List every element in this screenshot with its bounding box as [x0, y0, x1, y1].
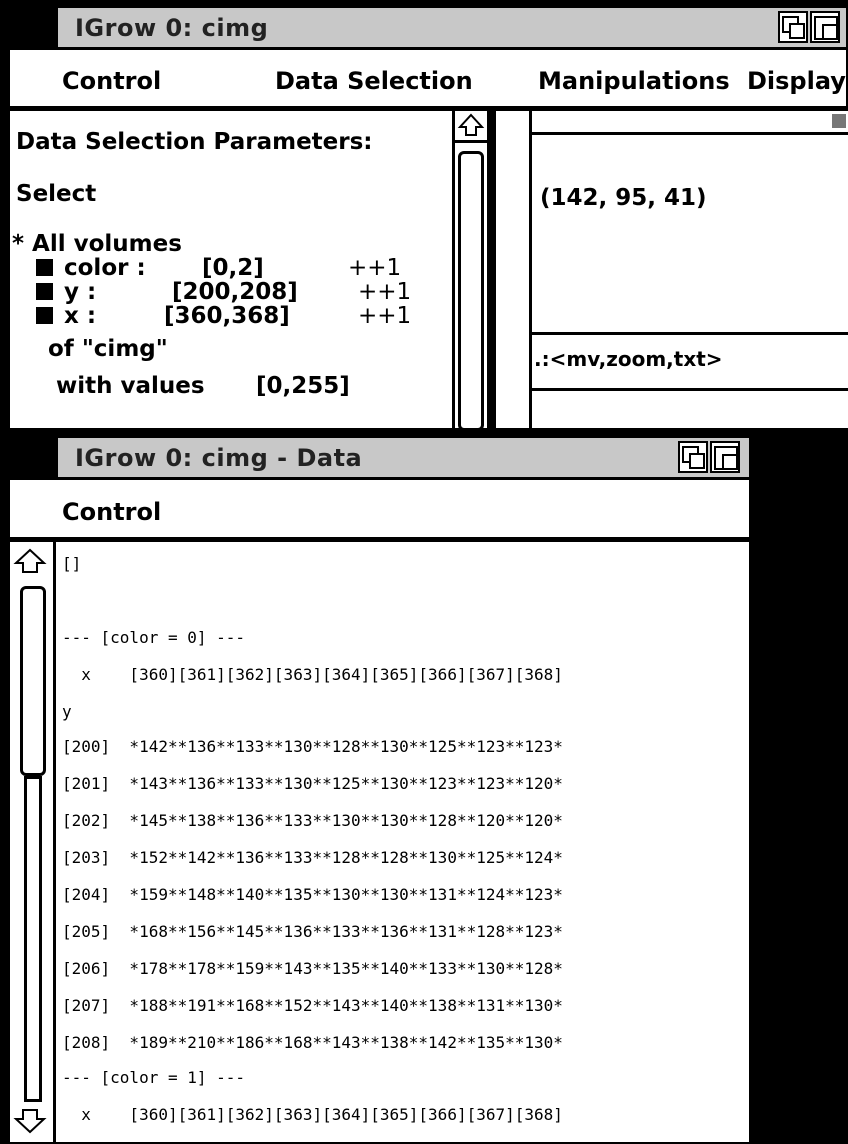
scroll-thumb[interactable] — [20, 586, 46, 776]
data-text-area[interactable]: [] --- [color = 0] --- x [360][361][362]… — [56, 542, 749, 1142]
close-box-icon[interactable] — [10, 8, 58, 47]
of-source-label: of "cimg" — [48, 336, 168, 362]
x-header-row: x [360][361][362][363][364][365][366][36… — [62, 665, 563, 684]
dim-step: ++1 — [358, 279, 412, 305]
data-row: [202] *145**138**136**133**130**130**128… — [62, 811, 563, 830]
data-row: [201] *143**136**133**130**125**130**123… — [62, 774, 563, 793]
checkbox-x[interactable] — [36, 307, 53, 324]
menu-control[interactable]: Control — [62, 498, 161, 526]
scroll-marker-icon — [832, 114, 846, 128]
data-selection-panel: Data Selection Parameters: Select * All … — [10, 111, 452, 428]
main-window-title: IGrow 0: cimg — [75, 14, 269, 42]
all-volumes-option[interactable]: * All volumes — [12, 231, 182, 257]
data-scrollbar[interactable] — [10, 542, 56, 1142]
display-hscroll-top[interactable] — [532, 111, 848, 135]
menu-data-selection[interactable]: Data Selection — [275, 67, 473, 95]
data-menu-bar: Control — [10, 486, 749, 542]
data-row: [206] *178**178**159**143**135**140**133… — [62, 959, 563, 978]
scroll-up-icon[interactable] — [10, 546, 53, 576]
x-header-row: x [360][361][362][363][364][365][366][36… — [62, 1105, 563, 1124]
dim-range: [0,2] — [202, 255, 264, 281]
pixel-readout-area: (142, 95, 41) — [532, 135, 848, 335]
color-section-header: --- [color = 0] --- — [62, 628, 246, 647]
igrow-main-window: IGrow 0: cimg Control Data Selection Man… — [8, 6, 848, 431]
dim-name: y : — [64, 279, 97, 305]
color-section-header: --- [color = 1] --- — [62, 1068, 246, 1087]
dim-name: color : — [64, 255, 146, 281]
params-heading: Data Selection Parameters: — [16, 129, 373, 155]
display-left-strip — [496, 111, 532, 428]
scroll-down-icon[interactable] — [10, 1106, 53, 1138]
dim-name: x : — [64, 303, 97, 329]
data-title-bar[interactable]: IGrow 0: cimg - Data — [10, 438, 749, 480]
dimension-row[interactable]: y : [200,208] ++1 — [36, 279, 446, 305]
menu-display[interactable]: Display — [747, 67, 846, 95]
menu-manipulations[interactable]: Manipulations — [538, 67, 730, 95]
menu-control[interactable]: Control — [62, 67, 161, 95]
dim-step: ++1 — [358, 303, 412, 329]
with-values-label: with values — [56, 373, 205, 399]
data-row: [208] *189**210**186**168**143**138**142… — [62, 1033, 563, 1052]
zoom-icon[interactable] — [678, 441, 708, 473]
checkbox-color[interactable] — [36, 259, 53, 276]
data-line-cursor: [] — [62, 554, 82, 573]
main-menu-bar: Control Data Selection Manipulations Dis… — [10, 55, 846, 111]
dim-range: [200,208] — [172, 279, 298, 305]
resize-icon[interactable] — [710, 441, 740, 473]
params-scrollbar[interactable] — [452, 111, 490, 431]
scroll-up-icon[interactable] — [455, 111, 487, 143]
pixel-value-readout: (142, 95, 41) — [540, 185, 707, 211]
igrow-data-window: IGrow 0: cimg - Data Control [] --- [col… — [8, 436, 751, 1144]
checkbox-y[interactable] — [36, 283, 53, 300]
data-row: [203] *152**142**136**133**128**128**130… — [62, 848, 563, 867]
command-line[interactable]: .:<mv,zoom,txt> — [532, 335, 848, 391]
data-row: [204] *159**148**140**135**130**130**131… — [62, 885, 563, 904]
dimension-row[interactable]: color : [0,2] ++1 — [36, 255, 446, 281]
zoom-icon[interactable] — [778, 11, 808, 43]
select-label: Select — [16, 181, 97, 207]
data-row: [200] *142**136**133**130**128**130**125… — [62, 737, 563, 756]
command-prompt: .:<mv,zoom,txt> — [534, 347, 723, 371]
display-panel: (142, 95, 41) .:<mv,zoom,txt> — [532, 111, 848, 428]
y-axis-label: y — [62, 702, 72, 721]
resize-icon[interactable] — [810, 11, 840, 43]
data-window-title: IGrow 0: cimg - Data — [75, 444, 363, 472]
dimension-row[interactable]: x : [360,368] ++1 — [36, 303, 446, 329]
dim-range: [360,368] — [164, 303, 290, 329]
with-values-range: [0,255] — [256, 373, 350, 399]
dim-step: ++1 — [348, 255, 402, 281]
data-row: [207] *188**191**168**152**143**140**138… — [62, 996, 563, 1015]
close-box-icon[interactable] — [10, 438, 58, 477]
scroll-thumb[interactable] — [458, 151, 484, 431]
data-row: [205] *168**156**145**136**133**136**131… — [62, 922, 563, 941]
main-title-bar[interactable]: IGrow 0: cimg — [10, 8, 846, 50]
scroll-track[interactable] — [24, 776, 42, 1102]
